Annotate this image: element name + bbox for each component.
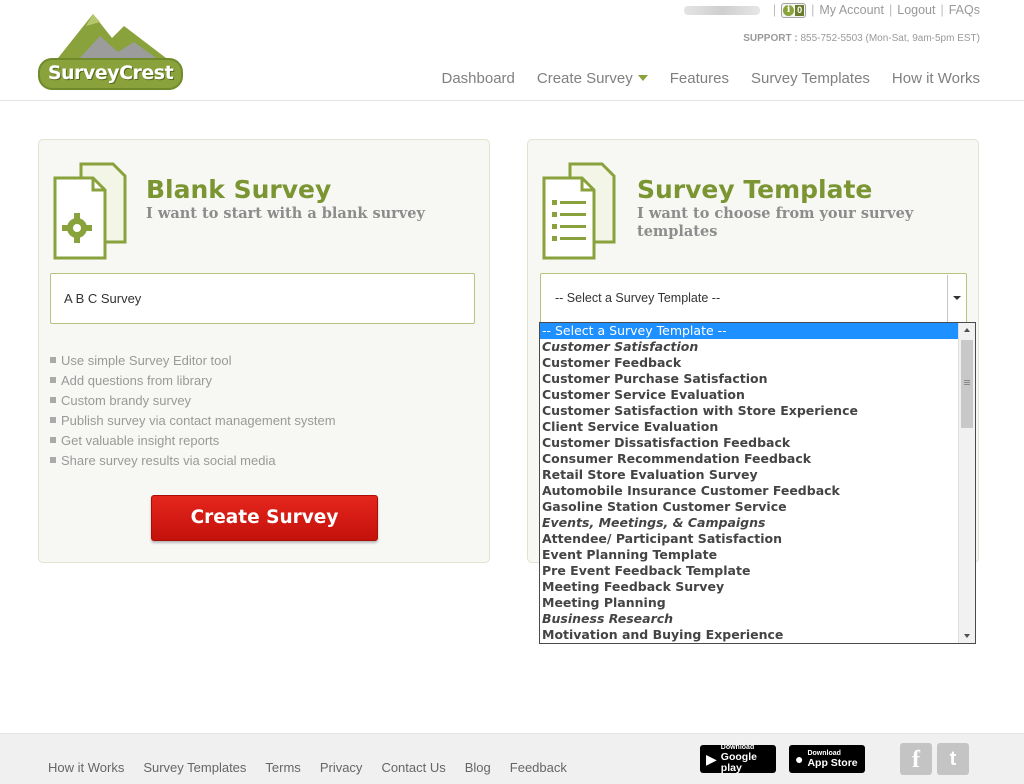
dropdown-option[interactable]: -- Select a Survey Template -- [540,323,958,339]
grip-icon [964,380,970,381]
template-select-value: -- Select a Survey Template -- [555,291,721,305]
logo[interactable]: SurveyCrest [38,8,183,90]
site-footer: How it Works Survey Templates Terms Priv… [0,733,1024,784]
support-text: 855-752-5503 (Mon-Sat, 9am-5pm EST) [800,33,980,44]
footer-links: How it Works Survey Templates Terms Priv… [48,760,586,775]
feature-item: Add questions from library [50,371,336,391]
dropdown-optgroup: Customer Satisfaction [542,339,699,354]
survey-template-subtitle: I want to choose from your survey templa… [637,205,914,240]
faqs-link[interactable]: FAQs [949,3,980,17]
my-account-link[interactable]: My Account [819,3,884,17]
blank-survey-subtitle: I want to start with a blank survey [146,205,425,222]
google-play-badge[interactable]: ▶ Download Google play [700,744,776,774]
dropdown-option[interactable]: Customer Service Evaluation [540,387,958,403]
caret-down-icon [637,75,648,81]
twitter-icon[interactable]: t [937,743,969,775]
dropdown-optgroup: Events, Meetings, & Campaigns [542,515,766,530]
feature-item: Publish survey via contact management sy… [50,411,336,431]
scrollbar-thumb[interactable] [961,340,973,428]
dropdown-option[interactable]: Consumer Recommendation Feedback [540,451,958,467]
dropdown-option[interactable]: Customer Dissatisfaction Feedback [540,435,958,451]
info-icon: i [783,4,795,16]
separator: | [811,3,815,17]
logout-link[interactable]: Logout [897,3,935,17]
dropdown-option[interactable]: Customer Satisfaction with Store Experie… [540,403,958,419]
footer-link-contact-us[interactable]: Contact Us [381,760,445,775]
info-badge-count: 0 [795,4,805,16]
page: SurveyCrest | i 0 | My Account | Logout … [0,0,1024,784]
separator: | [889,3,893,17]
survey-name-input[interactable]: A B C Survey [50,273,475,324]
dropdown-option[interactable]: Gasoline Station Customer Service [540,499,958,515]
document-list-icon [542,162,616,260]
footer-link-survey-templates[interactable]: Survey Templates [143,760,246,775]
app-store-big: App Store [807,756,858,769]
dropdown-option[interactable]: Customer Feedback [540,355,958,371]
dropdown-scrollbar[interactable] [958,323,975,643]
logo-text: SurveyCrest [38,58,183,90]
dropdown-arrow-icon[interactable] [947,275,965,322]
template-select[interactable]: -- Select a Survey Template -- [540,273,967,324]
dropdown-options: -- Select a Survey Template -- Customer S… [540,323,958,643]
google-play-text: Download Google play [721,744,770,774]
google-play-big: Google play [720,751,757,774]
feature-item: Get valuable insight reports [50,431,336,451]
site-header: SurveyCrest | i 0 | My Account | Logout … [0,0,1024,101]
play-icon: ▶ [706,750,717,767]
facebook-icon[interactable]: f [900,743,932,775]
blank-survey-title: Blank Survey [146,175,332,204]
dropdown-option[interactable]: Customer Purchase Satisfaction [540,371,958,387]
document-gear-icon [53,162,127,260]
nav-features[interactable]: Features [670,70,729,87]
blank-survey-panel: Blank Survey I want to start with a blan… [38,139,490,563]
scroll-up-icon[interactable] [964,328,970,332]
support-label: SUPPORT : [743,33,798,44]
scroll-down-icon[interactable] [964,634,970,638]
dropdown-option[interactable]: Attendee/ Participant Satisfaction [540,531,958,547]
dropdown-option[interactable]: Meeting Feedback Survey [540,579,958,595]
footer-link-terms[interactable]: Terms [265,760,300,775]
dropdown-option[interactable]: Meeting Planning [540,595,958,611]
dropdown-option[interactable]: Client Service Evaluation [540,419,958,435]
dropdown-option[interactable]: Motivation and Buying Experience [540,627,958,643]
feature-item: Use simple Survey Editor tool [50,351,336,371]
dropdown-option[interactable]: Pre Event Feedback Template [540,563,958,579]
nav-create-survey-label: Create Survey [536,70,633,87]
username-redacted [683,5,760,15]
separator: | [772,3,777,17]
footer-link-blog[interactable]: Blog [465,760,491,775]
apple-icon: ● [795,751,804,767]
dropdown-option[interactable]: Automobile Insurance Customer Feedback [540,483,958,499]
feature-item: Custom brandy survey [50,391,336,411]
dropdown-option[interactable]: Event Planning Template [540,547,958,563]
footer-link-feedback[interactable]: Feedback [510,760,567,775]
template-dropdown-list[interactable]: -- Select a Survey Template -- Customer S… [539,322,976,644]
dropdown-option[interactable]: Retail Store Evaluation Survey [540,467,958,483]
nav-how-it-works[interactable]: How it Works [892,70,980,87]
feature-list: Use simple Survey Editor tool Add questi… [50,351,336,471]
nav-dashboard[interactable]: Dashboard [442,70,515,87]
survey-template-title: Survey Template [637,175,873,204]
footer-link-privacy[interactable]: Privacy [320,760,363,775]
nav-create-survey[interactable]: Create Survey [537,70,648,87]
nav-survey-templates[interactable]: Survey Templates [751,70,870,87]
info-badge[interactable]: i 0 [781,2,807,18]
main-nav: Dashboard Create Survey Features Survey … [420,70,981,87]
separator: | [940,3,944,17]
user-bar: | i 0 | My Account | Logout | FAQs [683,2,980,18]
dropdown-optgroup: Business Research [542,611,674,626]
app-store-badge[interactable]: ● Download App Store [789,745,865,773]
app-store-text: Download App Store [807,750,857,769]
feature-item: Share survey results via social media [50,451,336,471]
create-survey-button[interactable]: Create Survey [151,495,378,541]
footer-link-how-it-works[interactable]: How it Works [48,760,124,775]
support-info: SUPPORT : 855-752-5503 (Mon-Sat, 9am-5pm… [743,33,980,44]
